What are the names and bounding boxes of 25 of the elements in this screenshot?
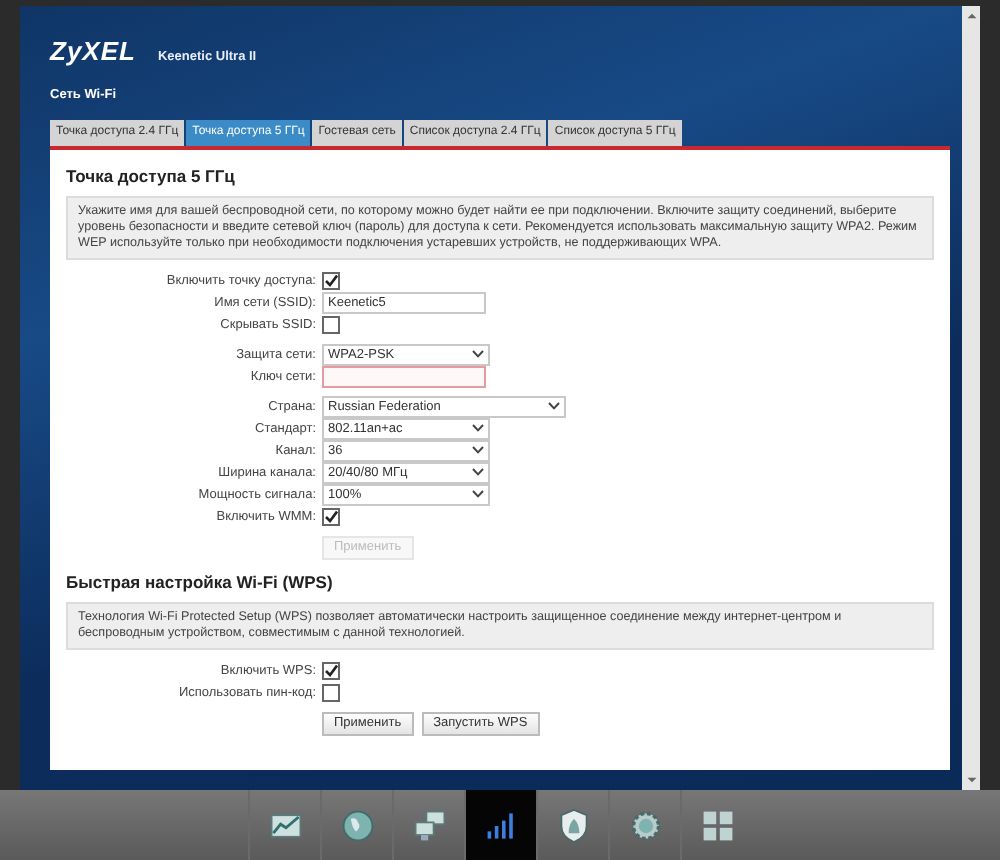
caret-icon [472,468,484,476]
caret-icon [548,402,560,410]
scrollbar[interactable] [962,6,980,790]
signal-icon [483,807,519,843]
caret-icon [472,446,484,454]
checkbox[interactable] [322,507,340,525]
settings-icon [627,807,663,843]
checkbox[interactable] [322,315,340,333]
caret-icon [472,490,484,498]
logo: ZyXEL [50,36,136,66]
checkbox[interactable] [322,683,340,701]
checkbox[interactable] [322,271,340,289]
checkbox[interactable] [322,661,340,679]
shield-icon [555,807,591,843]
caret-icon [472,424,484,432]
section-title: Точка доступа 5 ГГц [66,166,237,186]
input-field[interactable] [322,365,486,387]
grid-icon [699,807,735,843]
scroll-down-icon[interactable] [965,776,977,784]
dock-button[interactable] [464,790,536,860]
computers-icon [411,807,447,843]
globe-icon [339,807,375,843]
caret-icon [472,350,484,358]
scroll-up-icon[interactable] [965,12,977,20]
section-title: Быстрая настройка Wi-Fi (WPS) [66,572,335,592]
